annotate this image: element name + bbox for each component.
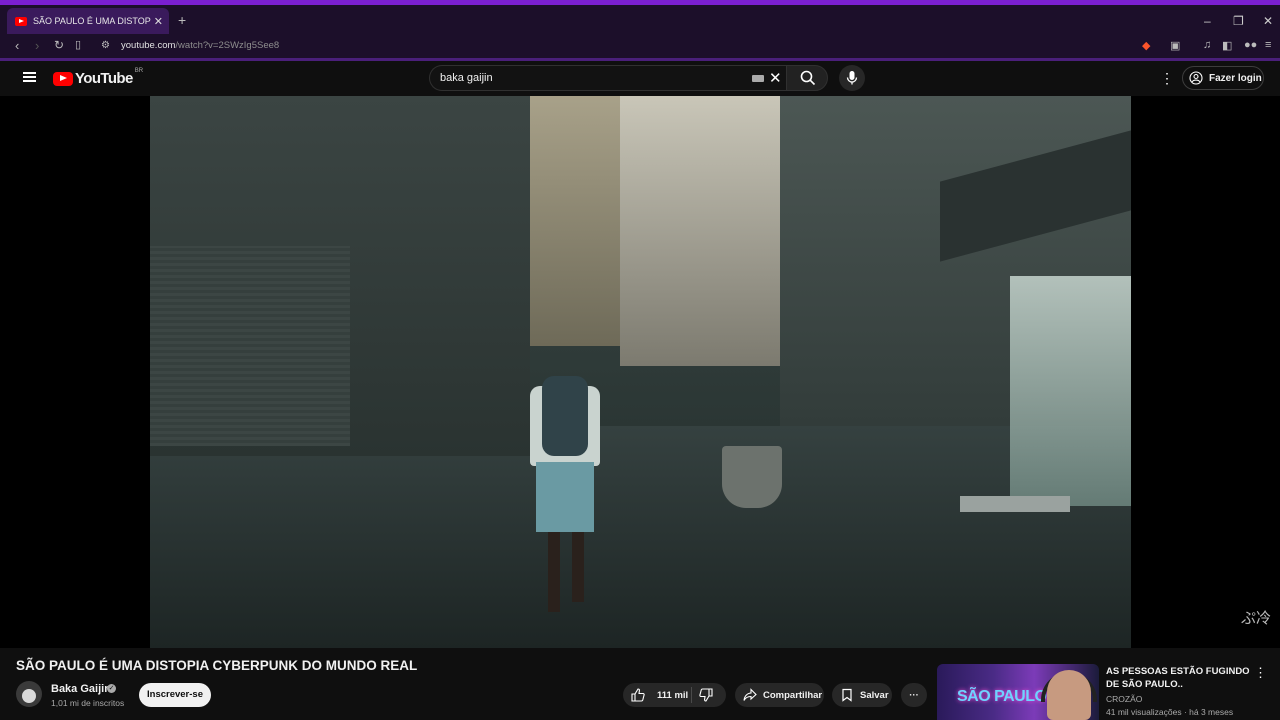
hamburger-menu-icon[interactable] <box>23 72 36 82</box>
search-query: baka gaijin <box>440 72 493 84</box>
subscribe-button[interactable]: Inscrever-se <box>139 683 211 707</box>
tab-close-icon[interactable]: ✕ <box>154 15 163 28</box>
thumbnail-text: SÃO PAULO <box>957 688 1047 705</box>
thumbs-down-icon <box>699 688 713 702</box>
subscriber-count: 1,01 mi de inscritos <box>51 698 125 708</box>
bench <box>960 496 1070 512</box>
creator-face <box>1047 670 1091 720</box>
new-tab-button[interactable]: + <box>178 12 186 28</box>
microphone-icon <box>846 71 858 85</box>
like-divider <box>691 687 692 703</box>
sign-in-button[interactable]: Fazer login <box>1182 66 1264 90</box>
search-icon <box>800 70 816 86</box>
brave-shield-icon[interactable]: ◆ <box>1142 39 1150 52</box>
reload-icon[interactable]: ↻ <box>54 38 64 52</box>
dislike-button[interactable] <box>699 688 713 707</box>
browser-menu-icon[interactable]: ≡ <box>1265 39 1271 51</box>
tower-curved <box>620 96 780 366</box>
sign-in-label: Fazer login <box>1209 72 1262 84</box>
more-actions-icon: ··· <box>909 689 919 701</box>
search-button[interactable] <box>786 65 828 91</box>
browser-tab[interactable]: SÃO PAULO É UMA DISTOPIA CY ✕ <box>7 8 169 34</box>
lit-shop <box>1010 276 1131 506</box>
video-player[interactable] <box>0 96 1280 648</box>
youtube-wordmark: YouTube <box>75 70 133 87</box>
url-field[interactable]: youtube.com/watch?v=2SWzIg5See8 <box>121 40 279 51</box>
url-host: youtube.com <box>121 40 176 51</box>
bookmark-save-icon <box>842 688 852 702</box>
forward-icon[interactable]: › <box>35 38 39 53</box>
search-input[interactable]: baka gaijin ✕ <box>429 65 786 91</box>
youtube-logo[interactable]: YouTube BR <box>53 67 144 87</box>
like-dislike-group: 111 mil <box>623 683 726 707</box>
recommended-more-icon[interactable]: ⋮ <box>1254 665 1267 681</box>
channel-name[interactable]: Baka Gaijin <box>51 683 111 695</box>
media-icon[interactable]: ♫ <box>1203 39 1211 51</box>
share-label: Compartilhar <box>763 689 823 701</box>
back-icon[interactable]: ‹ <box>15 38 19 53</box>
settings-more-icon[interactable]: ⋮ <box>1160 70 1174 87</box>
restore-icon[interactable]: ❐ <box>1233 14 1244 28</box>
youtube-play-icon <box>53 71 73 86</box>
tab-title: SÃO PAULO É UMA DISTOPIA CY <box>33 16 151 26</box>
planter <box>722 446 782 508</box>
recommended-meta: 41 mil visualizações · há 3 meses <box>1106 707 1234 717</box>
recommended-title[interactable]: AS PESSOAS ESTÃO FUGINDO DE SÃO PAULO.. <box>1106 665 1252 691</box>
like-button[interactable]: 111 mil <box>623 688 688 702</box>
recommended-thumbnail[interactable]: SÃO PAULO <box>937 664 1099 720</box>
url-path: /watch?v=2SWzIg5See8 <box>175 40 280 51</box>
clear-search-icon[interactable]: ✕ <box>769 69 782 87</box>
shop-shutter <box>150 246 350 446</box>
site-settings-icon[interactable]: ⚙ <box>101 40 110 51</box>
video-frame[interactable] <box>150 96 1131 648</box>
channel-watermark[interactable]: ぷ冷 <box>1241 607 1271 628</box>
more-actions-button[interactable]: ··· <box>901 683 927 707</box>
save-button[interactable]: Salvar <box>832 683 892 707</box>
browser-tab-strip: SÃO PAULO É UMA DISTOPIA CY ✕ + – ❐ ✕ <box>0 0 1280 34</box>
share-button[interactable]: Compartilhar <box>735 683 824 707</box>
tower-center <box>530 96 630 346</box>
share-icon <box>743 688 757 701</box>
address-bar: ‹ › ↻ ▯ ⚙ youtube.com/watch?v=2SWzIg5See… <box>0 34 1280 58</box>
youtube-header: YouTube BR baka gaijin ✕ ⋮ Fazer login <box>0 61 1280 96</box>
window-close-icon[interactable]: ✕ <box>1263 14 1273 28</box>
rewards-icon[interactable]: ▣ <box>1170 39 1180 52</box>
street <box>150 426 1131 648</box>
extension-icon[interactable]: ●● <box>1244 39 1257 51</box>
country-code: BR <box>134 67 144 74</box>
voice-search-button[interactable] <box>839 65 865 91</box>
minimize-icon[interactable]: – <box>1204 14 1211 28</box>
channel-avatar[interactable] <box>16 681 42 707</box>
account-icon <box>1189 71 1203 85</box>
walking-person <box>530 366 600 612</box>
thumbs-up-icon <box>631 688 645 702</box>
sidebar-icon[interactable]: ◧ <box>1222 39 1232 52</box>
recommended-channel[interactable]: CROZÃO <box>1106 694 1142 704</box>
bookmark-icon[interactable]: ▯ <box>75 38 81 51</box>
like-count: 111 mil <box>657 689 689 701</box>
youtube-favicon-icon <box>15 16 27 26</box>
verified-badge-icon: ✓ <box>107 684 116 693</box>
keyboard-icon[interactable] <box>752 75 764 82</box>
save-label: Salvar <box>860 689 889 701</box>
video-title: SÃO PAULO É UMA DISTOPIA CYBERPUNK DO MU… <box>16 658 418 673</box>
